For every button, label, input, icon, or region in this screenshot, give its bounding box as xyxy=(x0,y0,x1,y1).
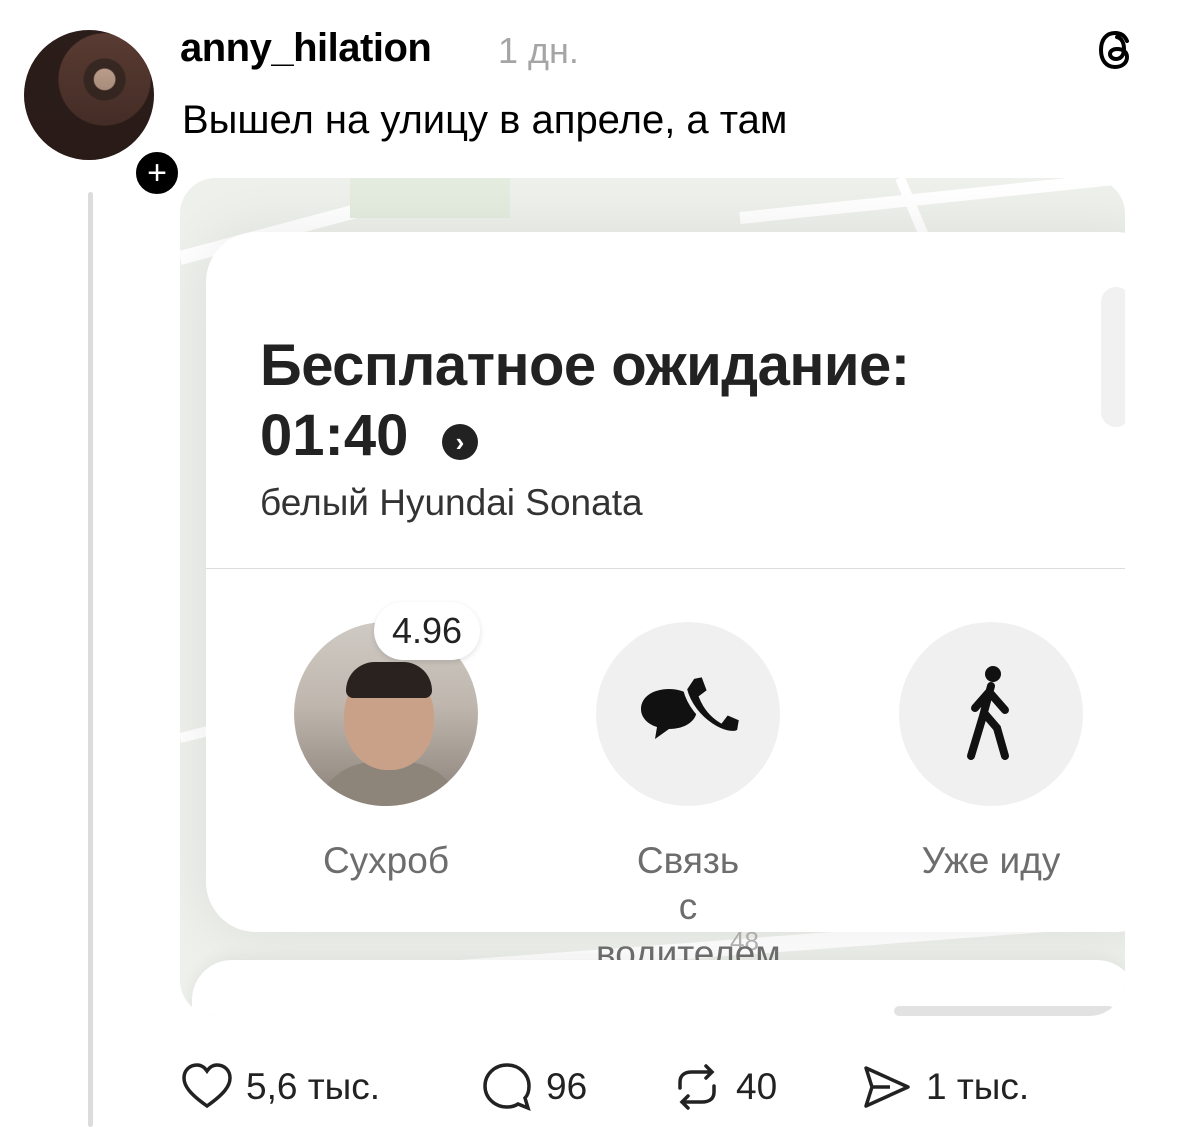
driver-rating: 4.96 xyxy=(374,602,481,660)
post-time: 1 дн. xyxy=(498,30,579,71)
post-text: Вышел на улицу в апреле, а там xyxy=(182,98,788,142)
reposts-count: 40 xyxy=(736,1066,778,1107)
thread-line xyxy=(88,192,93,1127)
waiting-title: Бесплатное ожидание: xyxy=(260,333,910,398)
share-button[interactable]: 1 тыс. xyxy=(860,1060,1029,1114)
chevron-right-icon[interactable]: › xyxy=(442,424,478,460)
attached-screenshot[interactable]: 48 Бесплатное ожидание: 01:40 › белый Hy… xyxy=(180,178,1125,1016)
car-description: белый Hyundai Sonata xyxy=(260,482,643,523)
contact-driver-label: Связь с водителем xyxy=(596,840,781,974)
chat-phone-icon xyxy=(596,622,780,806)
follow-button[interactable]: + xyxy=(132,148,182,198)
heart-icon xyxy=(182,1063,232,1109)
bottom-bar xyxy=(894,1006,1114,1016)
engagement-bar: 5,6 тыс. 96 40 1 тыс. xyxy=(180,1060,1080,1116)
contact-driver-button[interactable]: Связь с водителем xyxy=(596,622,781,977)
repost-button[interactable]: 40 xyxy=(670,1060,777,1114)
driver-button[interactable]: 4.96 Сухроб xyxy=(294,602,481,884)
shares-count: 1 тыс. xyxy=(926,1066,1030,1107)
divider xyxy=(206,568,1125,569)
comment-button[interactable]: 96 xyxy=(480,1060,587,1114)
comment-icon xyxy=(483,1063,531,1111)
avatar-overlay: + xyxy=(24,30,182,198)
comments-count: 96 xyxy=(546,1066,588,1107)
like-button[interactable]: 5,6 тыс. xyxy=(180,1060,380,1114)
coming-now-button[interactable]: Уже иду xyxy=(899,622,1083,884)
send-icon xyxy=(864,1066,910,1108)
walking-person-icon xyxy=(899,622,1083,806)
repost-icon xyxy=(678,1064,716,1110)
side-panel-edge xyxy=(1101,287,1125,427)
coming-now-label: Уже иду xyxy=(921,840,1061,881)
waiting-card: Бесплатное ожидание: 01:40 › белый Hyund… xyxy=(206,232,1125,974)
likes-count: 5,6 тыс. xyxy=(246,1066,381,1107)
threads-logo-icon[interactable] xyxy=(1092,26,1140,74)
waiting-timer: 01:40 xyxy=(260,403,409,468)
username[interactable]: anny_hilation xyxy=(180,26,432,71)
driver-name: Сухроб xyxy=(322,840,450,881)
